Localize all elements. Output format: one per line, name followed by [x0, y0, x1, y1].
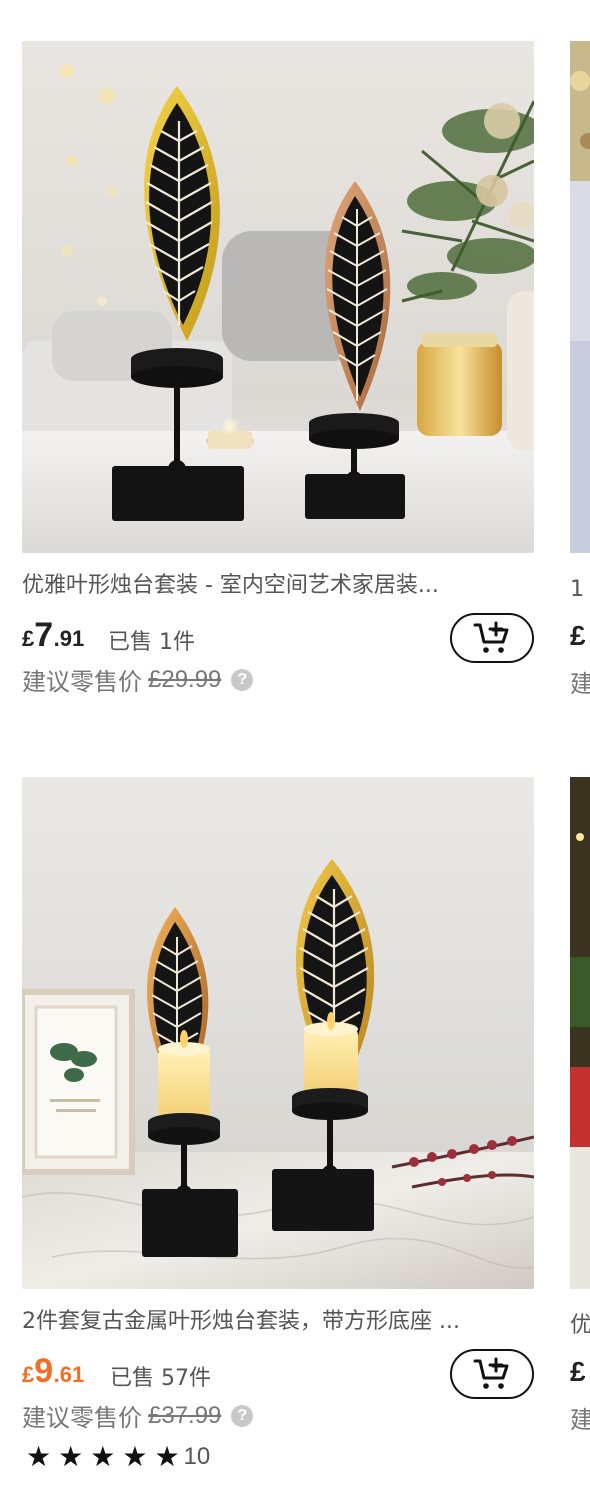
product-title[interactable]: 2件套复古金属叶形烛台套装，带方形底座 ...	[22, 1306, 534, 1338]
msrp-label: 建	[570, 1406, 590, 1434]
sold-count: 已售 1件	[108, 630, 195, 655]
add-to-cart-button[interactable]	[450, 613, 534, 663]
product-card[interactable]: 2件套复古金属叶形烛台套装，带方形底座 ... £ 9 .61 已售 57件 建…	[22, 777, 534, 1471]
product-image[interactable]	[570, 41, 590, 553]
next-product-card[interactable]: 1 £ 建	[570, 41, 590, 699]
product-price: £	[570, 1356, 586, 1387]
price-integer: 7	[34, 616, 54, 654]
price-currency: £	[22, 1362, 35, 1387]
star-icon: ★	[154, 1440, 180, 1473]
msrp-value: £37.99	[148, 1401, 222, 1429]
star-icon: ★	[90, 1440, 116, 1473]
product-image[interactable]	[22, 777, 534, 1289]
star-icon: ★	[26, 1440, 52, 1473]
next-product-card[interactable]: 优 £ 建	[570, 777, 590, 1435]
help-icon[interactable]: ?	[231, 1404, 254, 1427]
price-integer: 9	[34, 1352, 54, 1390]
add-to-cart-icon	[473, 1357, 509, 1389]
price-decimal: .91	[53, 626, 85, 651]
rating-row[interactable]: ★ ★ ★ ★ ★ 10	[26, 1443, 534, 1471]
rating-count: 10	[183, 1443, 211, 1470]
product-card[interactable]: 优雅叶形烛台套装 - 室内空间艺术家居装... £ 7 .91 已售 1件 建议…	[22, 41, 534, 697]
product-image[interactable]	[22, 41, 534, 553]
sold-count: 已售 57件	[110, 1366, 211, 1391]
product-price: £ 9 .61	[22, 1352, 84, 1391]
msrp-value: £29.99	[148, 665, 222, 693]
msrp-label: 建	[570, 670, 590, 698]
product-price: £ 7 .91	[22, 616, 84, 655]
price-row: £ 9 .61 已售 57件	[22, 1344, 534, 1404]
product-title[interactable]: 优雅叶形烛台套装 - 室内空间艺术家居装...	[22, 570, 534, 602]
price-decimal: .61	[53, 1362, 85, 1387]
help-icon[interactable]: ?	[231, 668, 254, 691]
star-icon: ★	[122, 1440, 148, 1473]
price-row: £ 7 .91 已售 1件	[22, 608, 534, 668]
product-title[interactable]: 优	[570, 1310, 590, 1342]
product-image[interactable]	[570, 777, 590, 1289]
add-to-cart-icon	[473, 621, 509, 653]
product-title[interactable]: 1	[570, 574, 590, 606]
product-price: £	[570, 620, 586, 651]
price-currency: £	[22, 626, 35, 651]
star-icon: ★	[58, 1440, 84, 1473]
add-to-cart-button[interactable]	[450, 1349, 534, 1399]
